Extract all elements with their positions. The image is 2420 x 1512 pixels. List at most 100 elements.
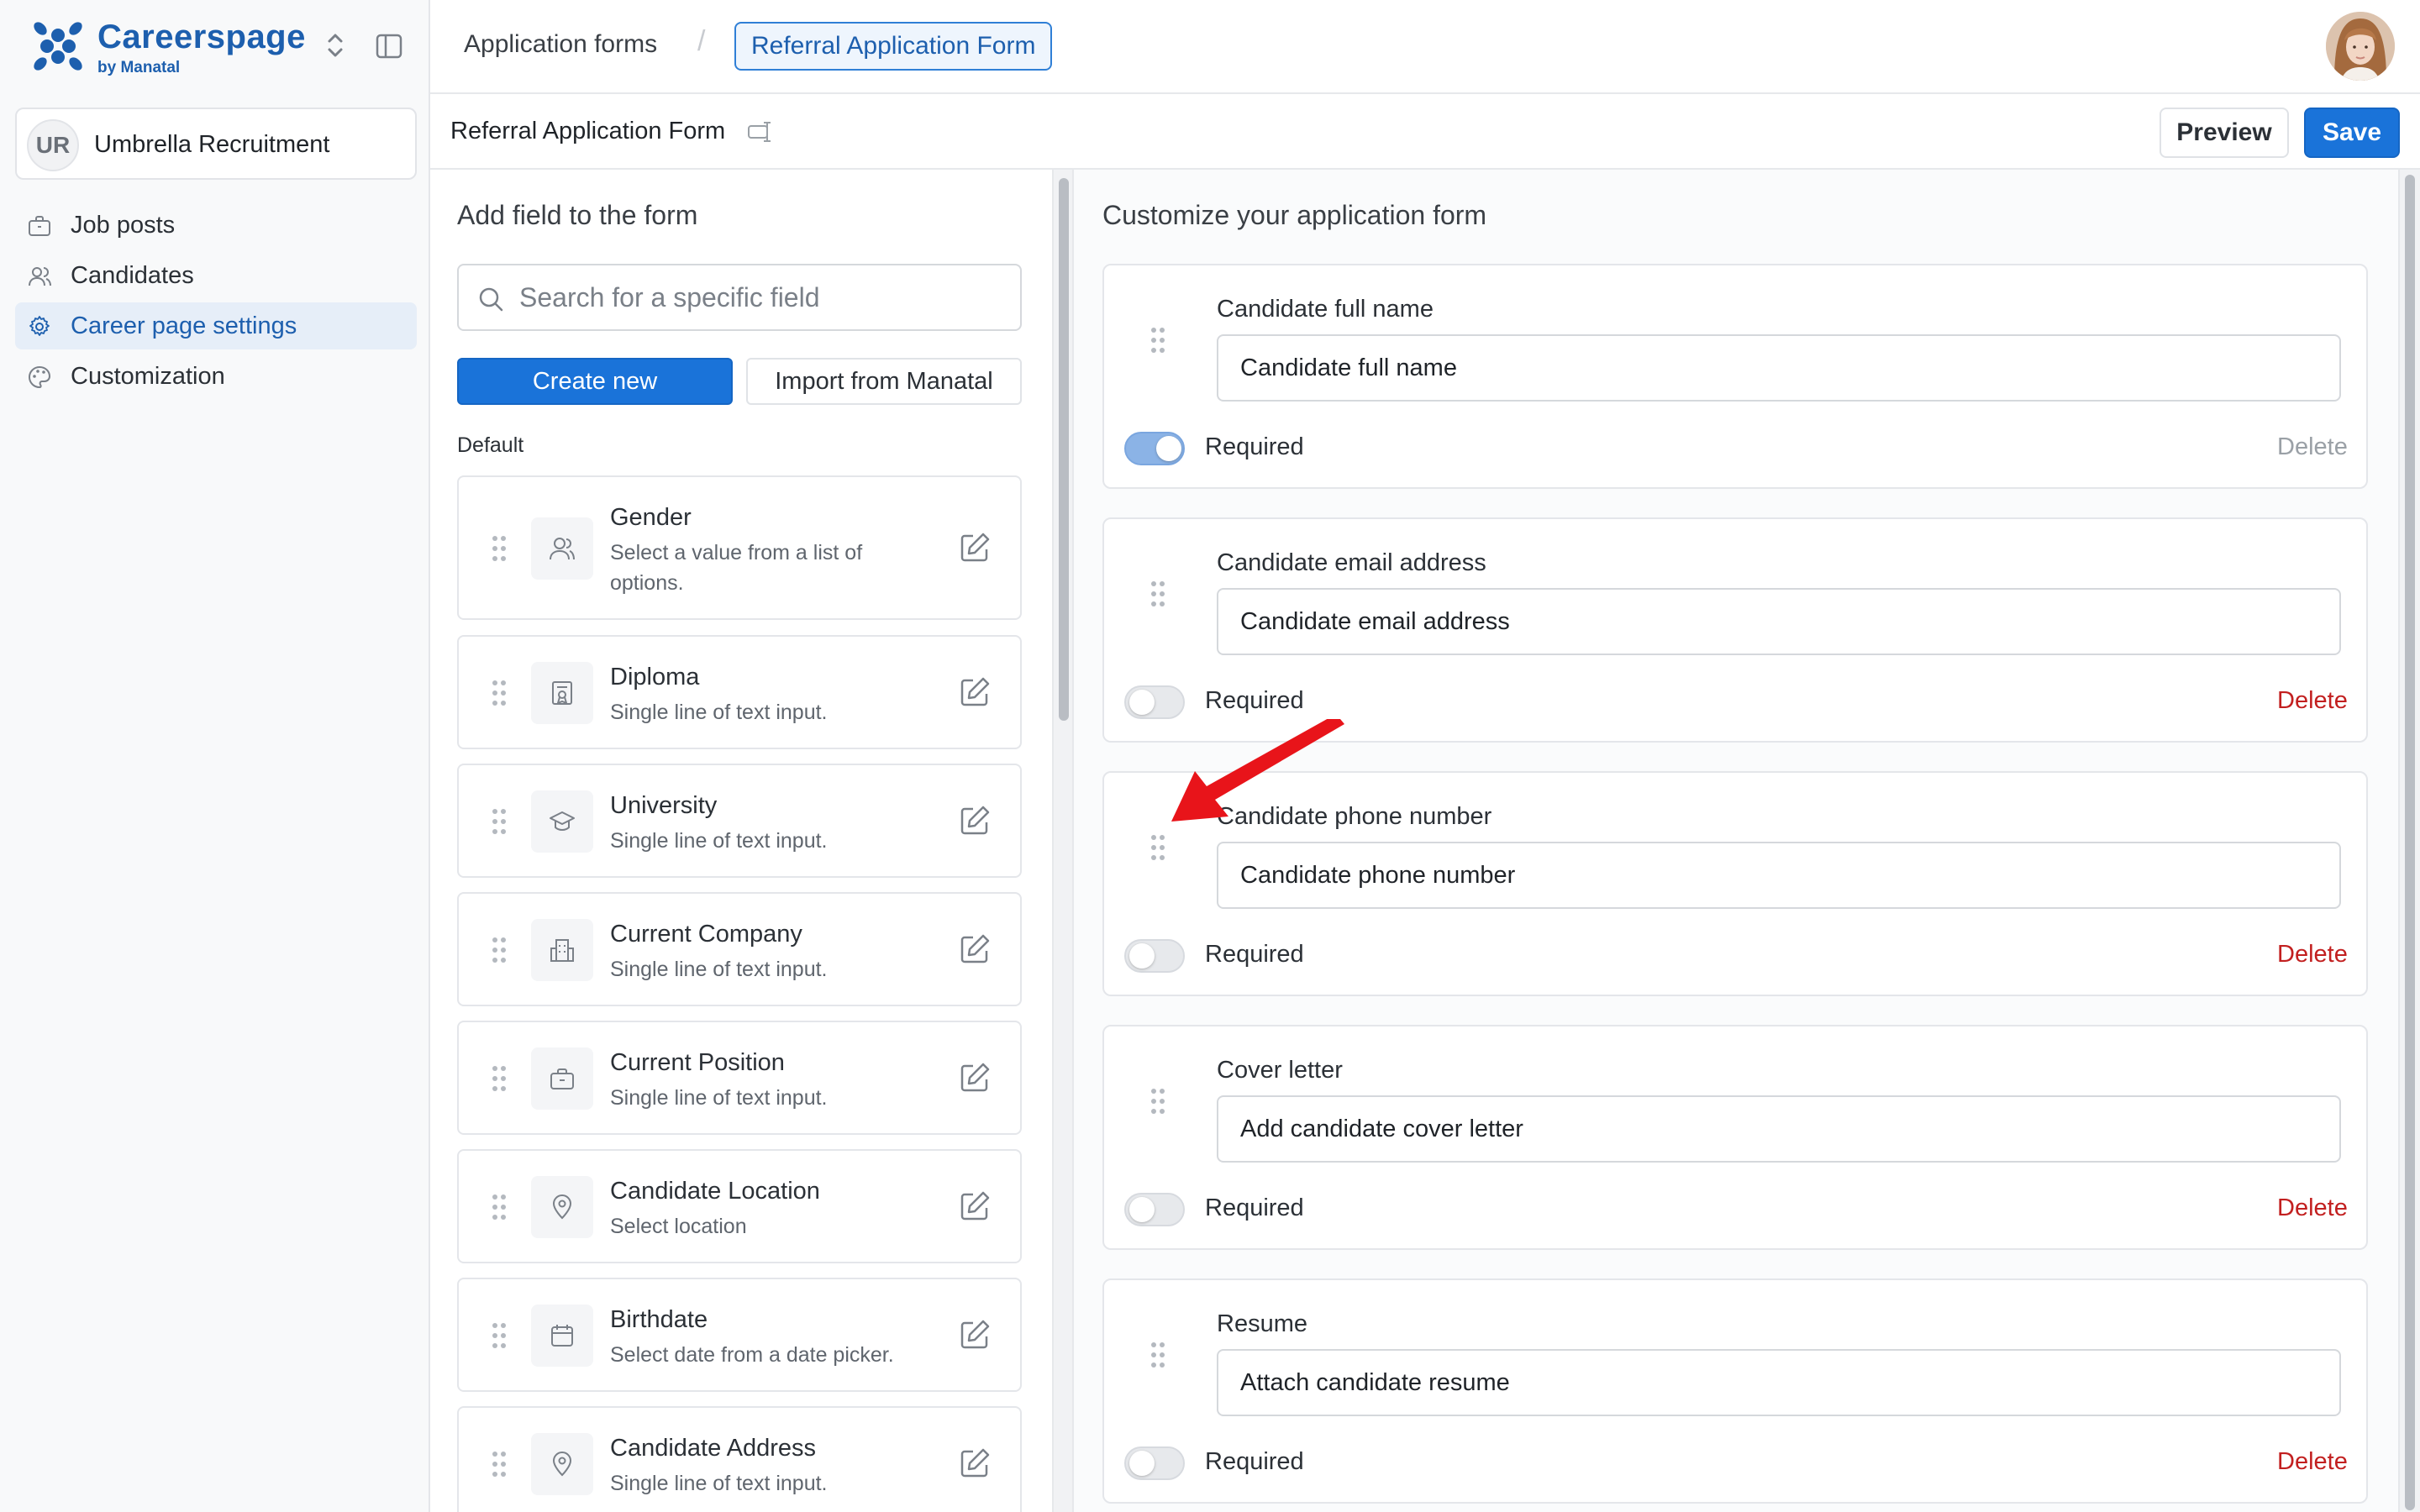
field-name: Candidate Location: [610, 1178, 820, 1205]
certificate-icon: [552, 681, 572, 705]
preview-button[interactable]: Preview: [2160, 108, 2289, 158]
map-pin-icon: [552, 1452, 572, 1477]
drag-handle-icon[interactable]: [491, 1064, 508, 1093]
question-card-cover-letter[interactable]: Cover letter Add candidate cover letter …: [1102, 1025, 2368, 1250]
edit-icon[interactable]: [958, 1318, 992, 1352]
field-description: Single line of text input.: [610, 701, 828, 724]
required-label: Required: [1205, 687, 1304, 714]
briefcase-icon: [29, 216, 50, 236]
field-type-icon: [531, 1047, 593, 1110]
question-placeholder-input[interactable]: Attach candidate resume: [1217, 1349, 2341, 1416]
edit-icon[interactable]: [958, 675, 992, 709]
field-description: Select date from a date picker.: [610, 1343, 894, 1367]
question-placeholder-input[interactable]: Candidate email address: [1217, 588, 2341, 655]
sidebar-item-candidates[interactable]: Candidates: [15, 252, 417, 299]
drag-handle-icon[interactable]: [1150, 833, 1166, 862]
required-toggle[interactable]: [1124, 685, 1185, 719]
field-card-candidate-location[interactable]: Candidate Location Select location: [457, 1149, 1022, 1263]
field-card-gender[interactable]: Gender Select a value from a list of opt…: [457, 475, 1022, 620]
form-builder-panel: Customize your application form Candidat…: [1074, 170, 2398, 1512]
rename-icon[interactable]: [746, 118, 775, 146]
field-description: Select location: [610, 1215, 747, 1238]
field-name: University: [610, 792, 718, 819]
breadcrumb-application-forms[interactable]: Application forms: [464, 30, 657, 59]
drag-handle-icon[interactable]: [491, 807, 508, 836]
delete-button[interactable]: Delete: [2277, 687, 2348, 715]
field-card-current-position[interactable]: Current Position Single line of text inp…: [457, 1021, 1022, 1135]
question-card-email[interactable]: Candidate email address Candidate email …: [1102, 517, 2368, 743]
required-toggle[interactable]: [1124, 432, 1185, 465]
field-name: Diploma: [610, 664, 700, 690]
chevron-up-down-icon[interactable]: [323, 29, 348, 62]
field-name: Current Company: [610, 921, 802, 948]
organization-switcher[interactable]: UR Umbrella Recruitment: [15, 108, 417, 180]
drag-handle-icon[interactable]: [1150, 580, 1166, 608]
edit-icon[interactable]: [958, 531, 992, 564]
drag-handle-icon[interactable]: [1150, 1341, 1166, 1369]
breadcrumb-current[interactable]: Referral Application Form: [734, 22, 1053, 71]
scrollbar-thumb[interactable]: [2405, 175, 2415, 1510]
brand-logo[interactable]: Careerspage by Manatal: [29, 17, 348, 76]
toggle-knob: [1129, 690, 1155, 715]
field-type-icon: [531, 662, 593, 724]
sidebar-item-label: Job posts: [71, 212, 176, 239]
required-toggle[interactable]: [1124, 1193, 1185, 1226]
field-search-input[interactable]: Search for a specific field: [457, 264, 1022, 331]
field-type-icon: [531, 1433, 593, 1495]
drag-handle-icon[interactable]: [491, 534, 508, 563]
delete-button[interactable]: Delete: [2277, 941, 2348, 969]
sidebar-item-career-page-settings[interactable]: Career page settings: [15, 302, 417, 349]
edit-icon[interactable]: [958, 1446, 992, 1480]
toggle-knob: [1129, 943, 1155, 969]
field-card-university[interactable]: University Single line of text input.: [457, 764, 1022, 878]
sidebar-item-customization[interactable]: Customization: [15, 353, 417, 400]
question-input-value: Candidate phone number: [1240, 862, 1516, 889]
field-card-diploma[interactable]: Diploma Single line of text input.: [457, 635, 1022, 749]
sidebar-toggle-icon[interactable]: [375, 32, 403, 60]
field-card-birthdate[interactable]: Birthdate Select date from a date picker…: [457, 1278, 1022, 1392]
edit-icon[interactable]: [958, 1061, 992, 1095]
edit-icon[interactable]: [958, 804, 992, 837]
field-name: Candidate Address: [610, 1435, 817, 1462]
question-placeholder-input[interactable]: Candidate full name: [1217, 334, 2341, 402]
user-avatar-image: [2326, 12, 2395, 81]
sidebar-item-label: Candidates: [71, 262, 194, 289]
question-placeholder-input[interactable]: Add candidate cover letter: [1217, 1095, 2341, 1163]
scrollbar-thumb[interactable]: [1059, 178, 1069, 721]
drag-handle-icon[interactable]: [491, 679, 508, 707]
question-placeholder-input[interactable]: Candidate phone number: [1217, 842, 2341, 909]
field-list-scrollbar[interactable]: [1052, 170, 1074, 1512]
drag-handle-icon[interactable]: [491, 1450, 508, 1478]
delete-button[interactable]: Delete: [2277, 433, 2348, 461]
field-card-candidate-address[interactable]: Candidate Address Single line of text in…: [457, 1406, 1022, 1512]
required-toggle[interactable]: [1124, 1446, 1185, 1480]
field-type-icon: [531, 919, 593, 981]
question-card-resume[interactable]: Resume Attach candidate resume Required …: [1102, 1278, 2368, 1504]
gear-icon: [29, 316, 50, 336]
create-new-button[interactable]: Create new: [457, 358, 733, 405]
form-scrollbar[interactable]: [2398, 170, 2420, 1512]
field-card-current-company[interactable]: Current Company Single line of text inpu…: [457, 892, 1022, 1006]
user-avatar[interactable]: [2326, 12, 2395, 81]
drag-handle-icon[interactable]: [491, 936, 508, 964]
required-label: Required: [1205, 1194, 1304, 1221]
sidebar-item-job-posts[interactable]: Job posts: [15, 202, 417, 249]
sidebar-item-label: Career page settings: [71, 312, 297, 339]
drag-handle-icon[interactable]: [1150, 326, 1166, 354]
question-label: Cover letter: [1217, 1057, 1343, 1084]
import-from-manatal-button[interactable]: Import from Manatal: [746, 358, 1022, 405]
toggle-knob: [1129, 1197, 1155, 1222]
drag-handle-icon[interactable]: [491, 1321, 508, 1350]
delete-button[interactable]: Delete: [2277, 1194, 2348, 1222]
delete-button[interactable]: Delete: [2277, 1448, 2348, 1476]
required-toggle[interactable]: [1124, 939, 1185, 973]
question-input-value: Add candidate cover letter: [1240, 1116, 1523, 1142]
edit-icon[interactable]: [958, 932, 992, 966]
edit-icon[interactable]: [958, 1189, 992, 1223]
drag-handle-icon[interactable]: [1150, 1087, 1166, 1116]
save-button[interactable]: Save: [2304, 108, 2400, 158]
drag-handle-icon[interactable]: [491, 1193, 508, 1221]
field-name: Birthdate: [610, 1306, 708, 1333]
question-card-full-name[interactable]: Candidate full name Candidate full name …: [1102, 264, 2368, 489]
field-description: Single line of text input.: [610, 1086, 828, 1110]
